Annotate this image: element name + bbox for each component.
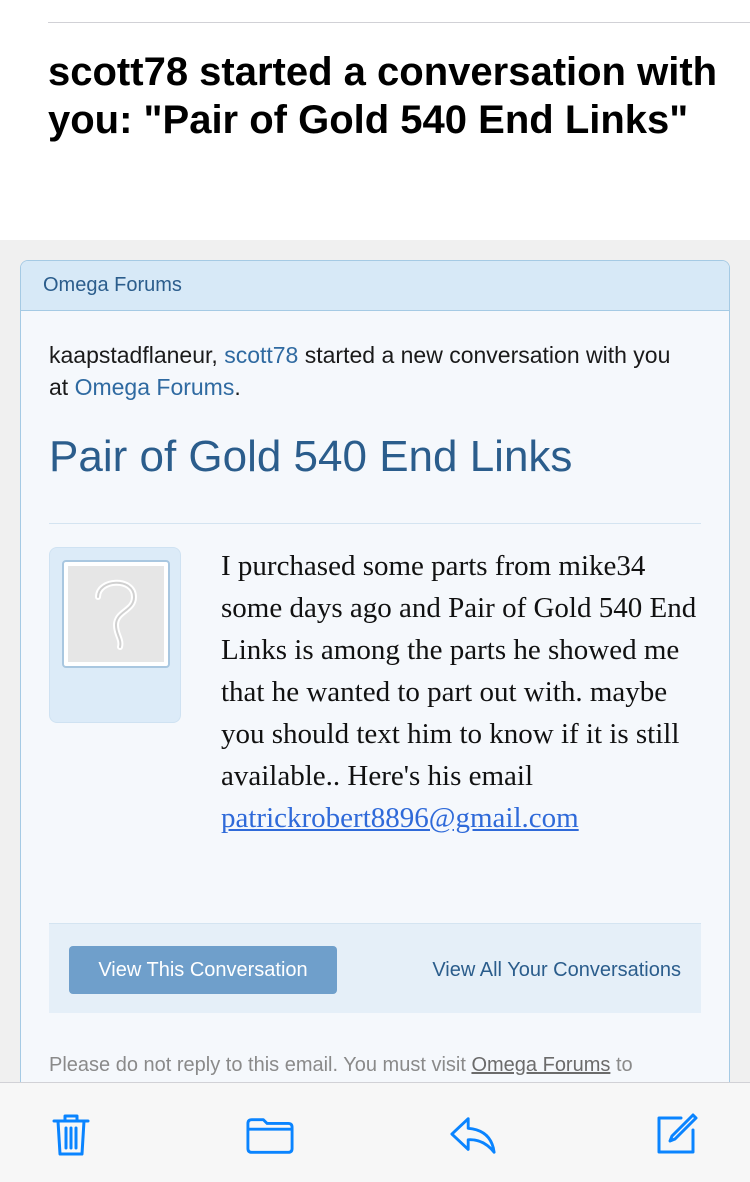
forum-link[interactable]: Omega Forums <box>75 374 235 400</box>
footer-text: Please do not reply to this email. You m… <box>49 1054 472 1076</box>
trash-icon[interactable] <box>47 1111 95 1159</box>
header-divider <box>48 22 750 23</box>
forum-email-card: Omega Forums kaapstadflaneur, scott78 st… <box>20 260 730 1160</box>
intro-text: kaapstadflaneur, scott78 started a new c… <box>49 339 689 403</box>
message-text: I purchased some parts from mike34 some … <box>221 550 697 792</box>
view-all-conversations-link[interactable]: View All Your Conversations <box>432 946 681 994</box>
intro-end: . <box>234 374 241 400</box>
divider <box>49 523 701 524</box>
footer-note: Please do not reply to this email. You m… <box>49 1051 729 1079</box>
placeholder-avatar-icon <box>68 566 164 662</box>
footer-forum-link[interactable]: Omega Forums <box>471 1054 610 1076</box>
avatar[interactable] <box>49 547 181 723</box>
message-body: I purchased some parts from mike34 some … <box>221 545 701 839</box>
footer-text-end: to <box>610 1054 633 1076</box>
email-body: Omega Forums kaapstadflaneur, scott78 st… <box>0 240 750 1160</box>
sender-link[interactable]: scott78 <box>224 342 298 368</box>
avatar-frame <box>62 560 170 668</box>
recipient-name: kaapstadflaneur, <box>49 342 225 368</box>
bottom-toolbar <box>0 1082 750 1182</box>
compose-icon[interactable] <box>652 1111 700 1159</box>
view-conversation-button[interactable]: View This Conversation <box>69 946 337 994</box>
card-header: Omega Forums <box>21 261 729 311</box>
folder-icon[interactable] <box>246 1111 294 1159</box>
action-bar: View This Conversation View All Your Con… <box>49 923 701 1013</box>
conversation-title[interactable]: Pair of Gold 540 End Links <box>49 429 572 485</box>
email-subject: scott78 started a conversation with you:… <box>48 50 718 142</box>
reply-icon[interactable] <box>449 1111 497 1159</box>
email-link[interactable]: patrickrobert8896@gmail.com <box>221 802 579 834</box>
